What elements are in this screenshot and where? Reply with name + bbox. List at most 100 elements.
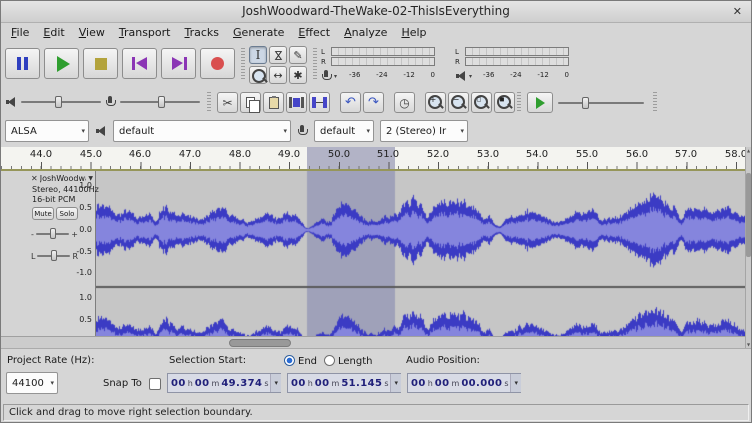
menu-effect[interactable]: Effect [291, 24, 337, 41]
end-radio-icon[interactable] [284, 355, 295, 366]
zoom-out-button[interactable]: − [448, 92, 469, 113]
play-speed-slider[interactable] [558, 95, 644, 111]
copy-button[interactable] [240, 92, 261, 113]
pause-button[interactable] [5, 48, 40, 79]
skip-to-start-button[interactable] [122, 48, 157, 79]
toolbar-grip[interactable] [313, 48, 317, 80]
slider-thumb[interactable] [158, 96, 165, 108]
field-dropdown-icon[interactable]: ▾ [270, 374, 281, 392]
horizontal-scrollbar-thumb[interactable] [229, 339, 291, 347]
skip-to-end-button[interactable] [161, 48, 196, 79]
output-volume-slider[interactable] [21, 94, 101, 110]
menu-transport[interactable]: Transport [112, 24, 178, 41]
waveform-canvas[interactable] [96, 171, 745, 336]
output-device-select[interactable]: default ▾ [113, 120, 291, 142]
vertical-scrollbar-thumb[interactable] [746, 173, 751, 257]
timeshift-tool-button[interactable]: ↔ [269, 66, 287, 84]
input-channels-select[interactable]: 2 (Stereo) Ir ▾ [380, 120, 468, 142]
chevron-down-icon: ▾ [46, 379, 54, 387]
seconds-unit: s [264, 379, 268, 388]
timeline-tick-label: 48.0 [229, 149, 251, 160]
position-hours: 00 [411, 378, 426, 389]
slider-thumb[interactable] [55, 96, 62, 108]
meter-dropdown-icon[interactable]: ▾ [469, 73, 472, 80]
toolbar-grip[interactable] [517, 92, 521, 112]
play-button[interactable] [44, 48, 79, 79]
envelope-tool-button[interactable]: ⋈ [269, 46, 287, 64]
field-dropdown-icon[interactable]: ▾ [510, 374, 521, 392]
menu-analyze[interactable]: Analyze [337, 24, 394, 41]
timeline-tick-label: 50.0 [328, 149, 350, 160]
menu-help[interactable]: Help [394, 24, 433, 41]
field-dropdown-icon[interactable]: ▾ [390, 374, 401, 392]
play-at-speed-button[interactable] [527, 92, 553, 113]
timeline-ruler[interactable]: 44.0 45.0 46.0 47.0 48.0 49.0 50.0 51.0 … [1, 147, 745, 171]
zoom-tool-button[interactable] [249, 66, 267, 84]
mute-button[interactable]: Mute [32, 207, 54, 220]
length-radio[interactable]: Length [324, 355, 373, 367]
chevron-down-icon: ▾ [362, 127, 370, 135]
playback-meter-bar-right [465, 57, 569, 66]
redo-button[interactable]: ↷ [363, 92, 384, 113]
status-bar: Click and drag to move right selection b… [1, 402, 751, 423]
play-icon [57, 56, 70, 72]
menu-bar: File Edit View Transport Tracks Generate… [1, 23, 751, 41]
end-radio[interactable]: End [284, 355, 317, 367]
playback-meter-bar-left [465, 47, 569, 56]
slider-thumb[interactable] [582, 97, 589, 109]
zoom-in-button[interactable]: + [425, 92, 446, 113]
title-bar[interactable]: JoshWoodward-TheWake-02-ThisIsEverything… [1, 1, 751, 23]
envelope-icon: ⋈ [272, 50, 285, 61]
toolbar-grip[interactable] [207, 92, 211, 112]
slider-groove [558, 102, 644, 104]
fit-selection-button[interactable]: ◻ [471, 92, 492, 113]
snap-to-checkbox[interactable] [149, 378, 161, 390]
playback-meter[interactable]: L R ▾ -36 -24 -12 0 [453, 47, 583, 85]
menu-edit[interactable]: Edit [36, 24, 71, 41]
input-volume-slider[interactable] [120, 94, 200, 110]
scroll-down-icon[interactable]: ▼ [746, 342, 751, 347]
gain-thumb[interactable] [50, 228, 56, 239]
selection-end-field[interactable]: 00h00m51.145s ▾ [287, 373, 401, 393]
record-button[interactable] [200, 48, 235, 79]
menu-tracks[interactable]: Tracks [177, 24, 226, 41]
project-rate-select[interactable]: 44100 ▾ [6, 372, 58, 394]
toolbar-grip[interactable] [653, 92, 657, 112]
vertical-scrollbar[interactable]: ▲ ▼ [745, 147, 751, 348]
toolbar-grip[interactable] [241, 48, 245, 80]
meter-scale-label: -36 [483, 71, 494, 79]
window-close-icon[interactable]: ✕ [733, 1, 742, 22]
status-message: Click and drag to move right selection b… [9, 407, 253, 418]
end-seconds: 51.145 [341, 378, 382, 389]
selection-start-field[interactable]: 00h00m49.374s ▾ [167, 373, 281, 393]
menu-file[interactable]: File [4, 24, 36, 41]
timeline-tick-label: 49.0 [278, 149, 300, 160]
meter-channel-label: L [455, 47, 459, 57]
paste-button[interactable] [263, 92, 284, 113]
track-close-icon[interactable]: ✕ [31, 174, 38, 183]
menu-generate[interactable]: Generate [226, 24, 291, 41]
undo-button[interactable]: ↶ [340, 92, 361, 113]
sync-lock-button[interactable]: ◷ [394, 92, 415, 113]
cut-button[interactable]: ✂ [217, 92, 238, 113]
scroll-up-icon[interactable]: ▲ [746, 148, 751, 153]
horizontal-scrollbar[interactable] [1, 336, 745, 348]
trim-audio-button[interactable] [286, 92, 307, 113]
selection-tool-button[interactable]: I [249, 46, 267, 64]
meter-dropdown-icon[interactable]: ▾ [334, 73, 337, 80]
pan-thumb[interactable] [51, 250, 57, 261]
meter-scale-label: -24 [376, 71, 387, 79]
scissors-icon: ✂ [222, 96, 232, 110]
audio-host-select[interactable]: ALSA ▾ [5, 120, 89, 142]
menu-view[interactable]: View [72, 24, 112, 41]
silence-audio-button[interactable] [309, 92, 330, 113]
multi-tool-button[interactable]: ✱ [289, 66, 307, 84]
input-device-select[interactable]: default ▾ [314, 120, 374, 142]
draw-tool-button[interactable]: ✎ [289, 46, 307, 64]
fit-project-button[interactable]: ◼ [494, 92, 515, 113]
length-radio-icon[interactable] [324, 355, 335, 366]
chevron-down-icon: ▾ [279, 127, 287, 135]
audio-position-field[interactable]: 00h00m00.000s ▾ [407, 373, 521, 393]
stop-button[interactable] [83, 48, 118, 79]
recording-meter[interactable]: L R ▾ -36 -24 -12 0 [319, 47, 449, 85]
